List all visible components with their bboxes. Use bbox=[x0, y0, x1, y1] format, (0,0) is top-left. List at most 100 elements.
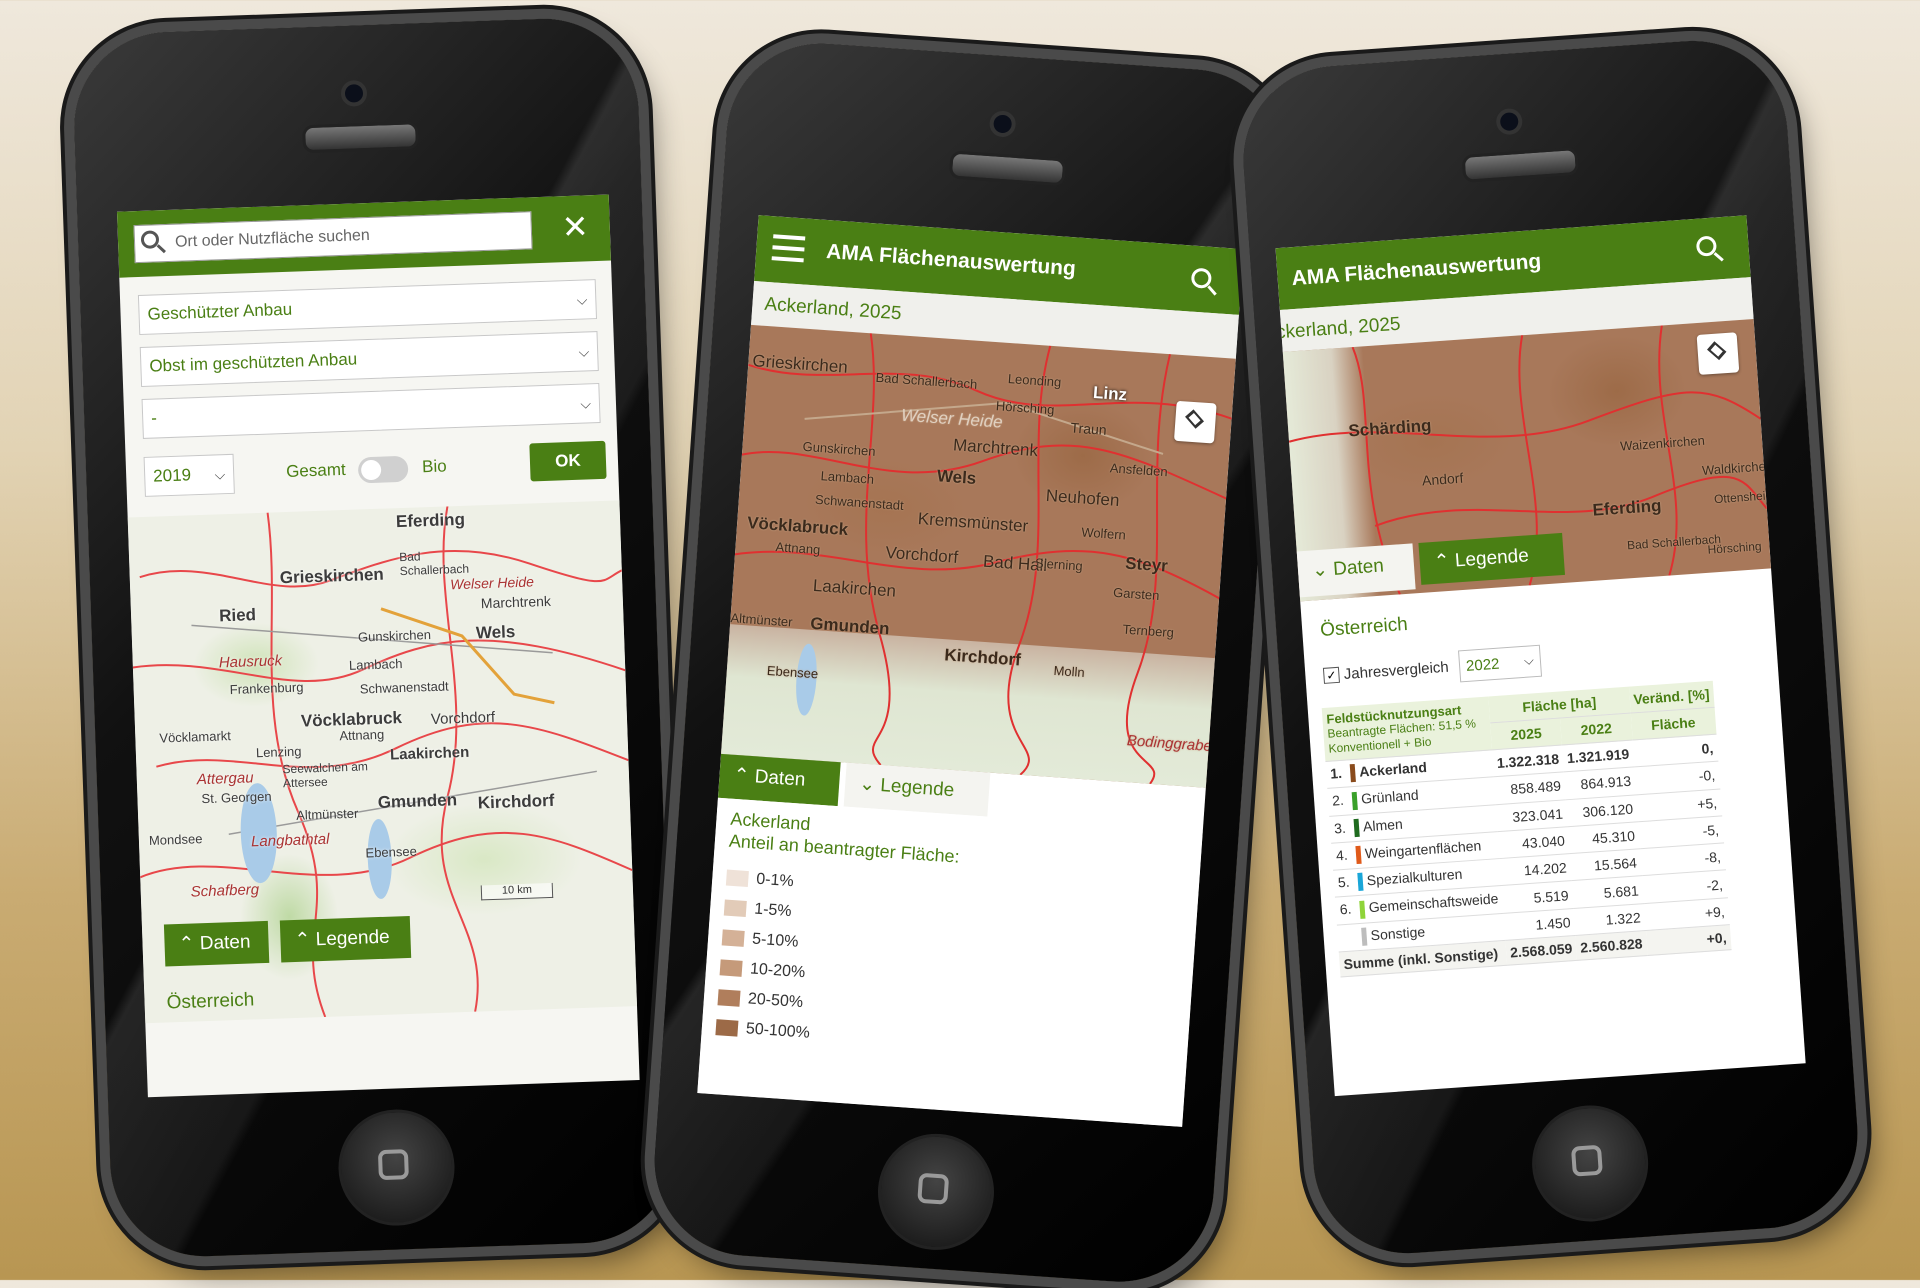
compare-label: Jahresvergleich bbox=[1343, 658, 1450, 683]
legend-item-label: 10-20% bbox=[749, 960, 806, 982]
row-name: Spezialkulturen bbox=[1366, 865, 1463, 889]
category-select-value: Geschützter Anbau bbox=[147, 299, 293, 324]
map-label: Wels bbox=[936, 466, 977, 488]
map-label: Frankenburg bbox=[229, 679, 304, 698]
row-rank: 5. bbox=[1337, 873, 1351, 891]
speaker bbox=[1461, 146, 1580, 183]
map-scale-bar: 10 km bbox=[480, 882, 554, 901]
sum-change: +0, bbox=[1645, 924, 1732, 956]
category-select[interactable]: Geschützter Anbau ⌵ bbox=[137, 279, 598, 336]
map-scale-label: 10 km bbox=[501, 883, 533, 897]
ok-button[interactable]: OK bbox=[529, 440, 607, 482]
legend-item: 1-5% bbox=[723, 898, 793, 921]
tab-daten-label: Daten bbox=[753, 766, 807, 791]
map-label: Lambach bbox=[348, 656, 403, 673]
chevron-up-icon: ⌃ bbox=[178, 933, 195, 956]
chevron-down-icon: ⌵ bbox=[1523, 652, 1535, 668]
sum-value-2022: 2.560.828 bbox=[1575, 930, 1648, 961]
legend-item-label: 0-1% bbox=[755, 870, 795, 891]
map-label: Sierning bbox=[1034, 555, 1084, 574]
map-label: Seewalchen am Attersee bbox=[282, 759, 369, 791]
crop-select[interactable]: Obst im geschützten Anbau ⌵ bbox=[139, 331, 599, 387]
close-icon[interactable]: ✕ bbox=[561, 207, 589, 246]
row-name: Sonstige bbox=[1370, 923, 1426, 944]
row-rank: 2. bbox=[1331, 792, 1345, 809]
tab-daten[interactable]: ⌄ Daten bbox=[1296, 543, 1416, 598]
crop-select-value: Obst im geschützten Anbau bbox=[149, 349, 358, 376]
toggle-label-gesamt: Gesamt bbox=[285, 459, 346, 481]
home-button[interactable] bbox=[874, 1130, 998, 1254]
legend-item: 5-10% bbox=[721, 928, 799, 951]
compare-checkbox[interactable]: ✓ bbox=[1322, 666, 1340, 684]
map-label: Mondsee bbox=[148, 831, 203, 848]
map-label: St. Georgen bbox=[201, 788, 272, 807]
chevron-up-icon: ⌃ bbox=[294, 929, 311, 951]
map-label: Grieskirchen bbox=[279, 564, 385, 588]
search-input[interactable]: Ort oder Nutzfläche suchen bbox=[133, 211, 533, 264]
map-subtitle: Ackerland, 2025 bbox=[1275, 313, 1402, 345]
layers-button[interactable] bbox=[1696, 332, 1740, 375]
row-rank: 6. bbox=[1339, 901, 1353, 918]
data-table: Feldstücknutzungsart Beantragte Flächen:… bbox=[1321, 676, 1798, 978]
row-color-marker bbox=[1349, 764, 1356, 783]
chevron-down-icon: ⌄ bbox=[858, 773, 876, 796]
map-label: Marchtrenk bbox=[480, 592, 552, 612]
legend-item: 50-100% bbox=[715, 1018, 810, 1043]
search-icon-handle bbox=[1713, 252, 1724, 262]
menu-icon[interactable] bbox=[771, 234, 806, 263]
legend-item-label: 20-50% bbox=[747, 990, 804, 1012]
phone-3: AMA Flächenauswertung Ackerland, 2025 Sc… bbox=[1237, 34, 1864, 1260]
map-label: Molln bbox=[1053, 662, 1086, 681]
row-rank bbox=[1342, 941, 1362, 942]
legend-swatch bbox=[719, 959, 743, 977]
legend-item-label: 1-5% bbox=[753, 900, 793, 921]
map-view[interactable]: Grieskirchen Bad Schallerbach Leonding L… bbox=[721, 324, 1236, 788]
map-label: Schwanenstadt bbox=[359, 678, 449, 697]
chevron-down-icon: ⌄ bbox=[1311, 559, 1329, 582]
map-label: Wolfern bbox=[1080, 524, 1127, 543]
home-button[interactable] bbox=[336, 1107, 457, 1228]
subcrop-select[interactable]: - ⌵ bbox=[141, 383, 601, 439]
map-label: Garsten bbox=[1112, 584, 1160, 604]
chevron-down-icon: ⌵ bbox=[214, 466, 226, 483]
map-label: Attnang bbox=[775, 539, 821, 558]
year-compare: ✓ Jahresvergleich 2022 ⌵ bbox=[1322, 644, 1543, 696]
row-color-marker bbox=[1355, 845, 1362, 865]
camera bbox=[988, 110, 1017, 138]
map-label: Steyr bbox=[1124, 553, 1169, 576]
map-label: Traun bbox=[1070, 419, 1108, 438]
year-select-value: 2019 bbox=[152, 465, 192, 486]
home-button[interactable] bbox=[1528, 1101, 1653, 1226]
row-rank: 1. bbox=[1329, 764, 1343, 782]
map-label: Eferding bbox=[395, 509, 466, 532]
year-select[interactable]: 2019 ⌵ bbox=[143, 453, 235, 497]
layers-icon bbox=[1185, 409, 1205, 429]
legend-item: 20-50% bbox=[717, 988, 804, 1012]
map-label: Schafberg bbox=[190, 881, 260, 901]
chevron-down-icon: ⌵ bbox=[580, 395, 592, 412]
map-label: Laakirchen bbox=[389, 743, 470, 764]
row-color-marker bbox=[1357, 873, 1364, 892]
camera bbox=[340, 79, 368, 107]
tab-legende[interactable]: ⌃ Legende bbox=[279, 915, 412, 963]
chevron-down-icon: ⌵ bbox=[576, 291, 588, 308]
speaker bbox=[302, 121, 419, 154]
row-name: Ackerland bbox=[1358, 758, 1428, 780]
tab-daten[interactable]: ⌃ Daten bbox=[163, 920, 270, 967]
search-placeholder: Ort oder Nutzfläche suchen bbox=[174, 226, 371, 251]
sum-value-2025: 2.568.059 bbox=[1505, 935, 1578, 966]
map-label: Ebensee bbox=[365, 843, 418, 861]
camera bbox=[1495, 107, 1524, 136]
row-rank: 3. bbox=[1333, 819, 1347, 837]
compare-year-select[interactable]: 2022 ⌵ bbox=[1457, 644, 1543, 683]
tab-legende-label: Legende bbox=[879, 775, 955, 802]
speaker bbox=[948, 150, 1067, 187]
row-color-marker bbox=[1353, 818, 1360, 838]
bio-toggle[interactable] bbox=[357, 455, 409, 484]
phone-2: AMA Flächenauswertung Ackerland, 2025 Gr… bbox=[648, 36, 1292, 1288]
legend-item: 0-1% bbox=[725, 869, 795, 892]
legend-item-label: 5-10% bbox=[751, 930, 799, 951]
legend-swatch bbox=[725, 869, 749, 887]
subcrop-select-value: - bbox=[150, 408, 158, 428]
layers-button[interactable] bbox=[1173, 400, 1217, 444]
